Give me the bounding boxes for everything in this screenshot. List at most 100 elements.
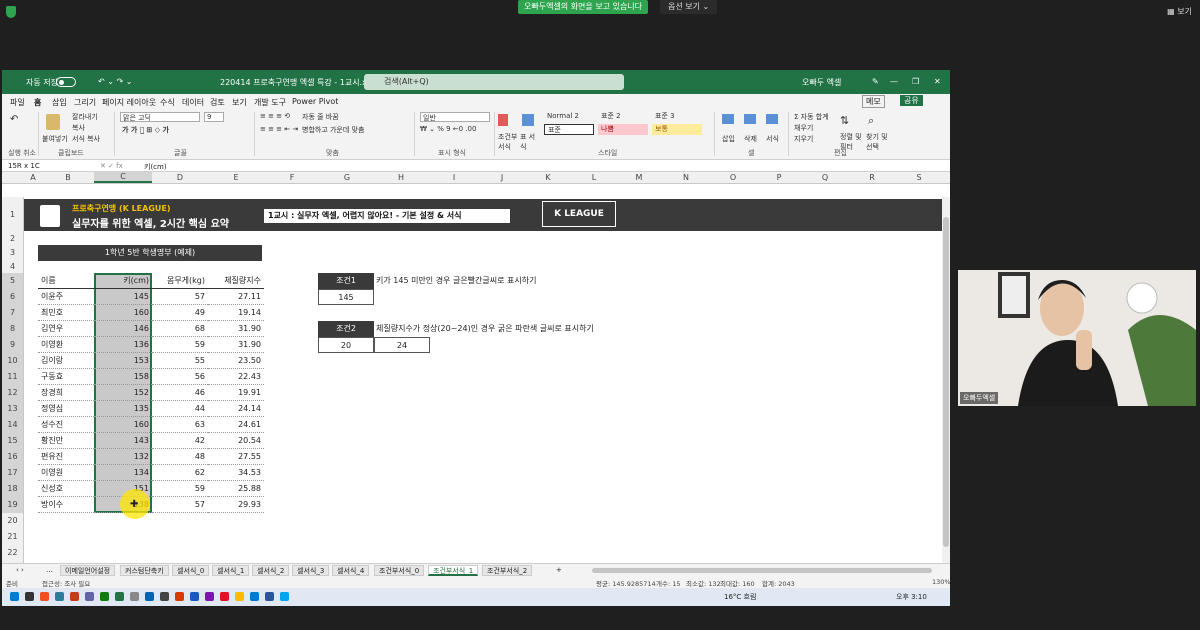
user-name[interactable]: 오빠두 엑셀 <box>802 77 841 88</box>
row-header-10[interactable]: 10 <box>2 353 24 369</box>
row-header-14[interactable]: 14 <box>2 417 24 433</box>
row-header-20[interactable]: 20 <box>2 513 24 529</box>
column-header-b[interactable]: B <box>42 173 94 182</box>
table-cell[interactable]: 31.90 <box>208 337 264 353</box>
app-icon[interactable] <box>40 592 49 601</box>
row-header-15[interactable]: 15 <box>2 433 24 449</box>
table-cell[interactable]: 56 <box>152 369 208 385</box>
column-header-m[interactable]: M <box>616 173 662 182</box>
align-h-icon[interactable]: ≡ ≡ ≡ ⇤ ⇥ <box>260 125 298 133</box>
sheet-tab[interactable]: 커스텀단축키 <box>120 565 169 576</box>
row-header-13[interactable]: 13 <box>2 401 24 417</box>
sheet-tab[interactable]: 조건부서식_0 <box>374 565 425 576</box>
row-header-5[interactable]: 5 <box>2 273 24 289</box>
zoom-level[interactable]: 130% <box>932 578 950 586</box>
currency-icon[interactable]: ₩ ⌄ % 9 ←0 .00 <box>420 125 476 133</box>
table-cell[interactable]: 이윤주 <box>38 289 94 305</box>
table-cell[interactable]: 158 <box>94 369 152 385</box>
format-painter-button[interactable]: 서식 복사 <box>72 134 100 144</box>
table-header-0[interactable]: 이름 <box>38 273 94 289</box>
sheet-tab[interactable]: 이메일언어설정 <box>60 565 116 576</box>
scrollbar-thumb[interactable] <box>943 217 949 547</box>
column-header-g[interactable]: G <box>320 173 374 182</box>
table-cell[interactable]: 160 <box>94 417 152 433</box>
tab-data[interactable]: 데이터 <box>182 97 204 108</box>
merge-center-button[interactable]: 병합하고 가운데 맞춤 <box>302 125 364 135</box>
table-cell[interactable]: 134 <box>94 465 152 481</box>
app-icon[interactable] <box>205 592 214 601</box>
view-options-button[interactable]: 옵션 보기 ⌄ <box>660 0 718 14</box>
tab-power-pivot[interactable]: Power Pivot <box>292 97 338 106</box>
table-cell[interactable]: 44 <box>152 401 208 417</box>
table-cell[interactable]: 42 <box>152 433 208 449</box>
tab-view[interactable]: 보기 <box>232 97 247 108</box>
app-icon[interactable] <box>100 592 109 601</box>
row-header-4[interactable]: 4 <box>2 261 24 273</box>
sheet-tab[interactable]: 조건부서식_2 <box>482 565 533 576</box>
font-name-select[interactable]: 맑은 고딕 <box>120 112 200 122</box>
table-cell[interactable]: 김연우 <box>38 321 94 337</box>
app-icon[interactable] <box>265 592 274 601</box>
table-header-3[interactable]: 체질량지수 <box>208 273 264 289</box>
tab-review[interactable]: 검토 <box>210 97 225 108</box>
row-header-7[interactable]: 7 <box>2 305 24 321</box>
row-header-22[interactable]: 22 <box>2 545 24 561</box>
table-cell[interactable]: 편유진 <box>38 449 94 465</box>
column-header-c[interactable]: C <box>94 172 152 183</box>
format-cells-icon[interactable] <box>766 114 778 124</box>
column-header-i[interactable]: I <box>428 173 480 182</box>
add-sheet-icon[interactable]: + <box>552 566 566 574</box>
cond2-value-max[interactable]: 24 <box>374 337 430 353</box>
file-title[interactable]: 220414 프로축구연맹 엑셀 특강 - 1교시.xlsx ⌄ <box>220 77 387 88</box>
clear-button[interactable]: 지우기 <box>794 134 813 144</box>
row-header-9[interactable]: 9 <box>2 337 24 353</box>
row-header-12[interactable]: 12 <box>2 385 24 401</box>
table-cell[interactable]: 23.50 <box>208 353 264 369</box>
tab-page-layout[interactable]: 페이지 레이아웃 <box>102 97 156 108</box>
row-header-17[interactable]: 17 <box>2 465 24 481</box>
font-size-select[interactable]: 9 <box>204 112 224 122</box>
find-select-button[interactable]: 찾기 및 선택 <box>866 132 888 152</box>
table-cell[interactable]: 성수진 <box>38 417 94 433</box>
app-icon[interactable] <box>145 592 154 601</box>
worksheet-grid[interactable]: 123456789101112131415161718192021222324프… <box>2 197 950 593</box>
table-cell[interactable]: 27.55 <box>208 449 264 465</box>
table-cell[interactable]: 146 <box>94 321 152 337</box>
restore-icon[interactable]: ❐ <box>912 77 919 86</box>
conditional-format-icon[interactable] <box>498 114 508 126</box>
table-cell[interactable]: 62 <box>152 465 208 481</box>
column-header-l[interactable]: L <box>572 173 616 182</box>
table-cell[interactable]: 132 <box>94 449 152 465</box>
tab-formulas[interactable]: 수식 <box>160 97 175 108</box>
column-header-q[interactable]: Q <box>802 173 848 182</box>
name-box[interactable]: 15R x 1C <box>8 162 40 170</box>
formula-input[interactable]: 키(cm) <box>144 162 167 172</box>
pen-icon[interactable]: ✎ <box>872 77 879 86</box>
table-cell[interactable]: 20.54 <box>208 433 264 449</box>
table-cell[interactable]: 68 <box>152 321 208 337</box>
wrap-text-button[interactable]: 자동 줄 바꿈 <box>302 112 339 122</box>
table-cell[interactable]: 59 <box>152 481 208 497</box>
cond1-value[interactable]: 145 <box>318 289 374 305</box>
find-select-icon[interactable]: ⌕ <box>868 114 874 128</box>
table-cell[interactable]: 27.11 <box>208 289 264 305</box>
table-cell[interactable]: 최민호 <box>38 305 94 321</box>
column-header-a[interactable]: A <box>24 173 42 182</box>
table-cell[interactable]: 57 <box>152 289 208 305</box>
row-header-19[interactable]: 19 <box>2 497 24 513</box>
row-header-11[interactable]: 11 <box>2 369 24 385</box>
table-header-2[interactable]: 몸무게(kg) <box>152 273 208 289</box>
clock-text[interactable]: 오후 3:10 <box>896 592 927 602</box>
undo-icon[interactable]: ↶ <box>10 114 18 125</box>
column-header-k[interactable]: K <box>524 173 572 182</box>
column-header-h[interactable]: H <box>374 173 428 182</box>
weather-text[interactable]: 16°C 흐림 <box>724 592 756 602</box>
number-format-select[interactable]: 일반 <box>420 112 490 122</box>
table-cell[interactable]: 구동효 <box>38 369 94 385</box>
app-icon[interactable] <box>85 592 94 601</box>
table-cell[interactable]: 이영원 <box>38 465 94 481</box>
sheet-tab[interactable]: 셀서식_1 <box>212 565 250 576</box>
table-cell[interactable]: 22.43 <box>208 369 264 385</box>
app-icon[interactable] <box>250 592 259 601</box>
table-cell[interactable]: 29.93 <box>208 497 264 513</box>
